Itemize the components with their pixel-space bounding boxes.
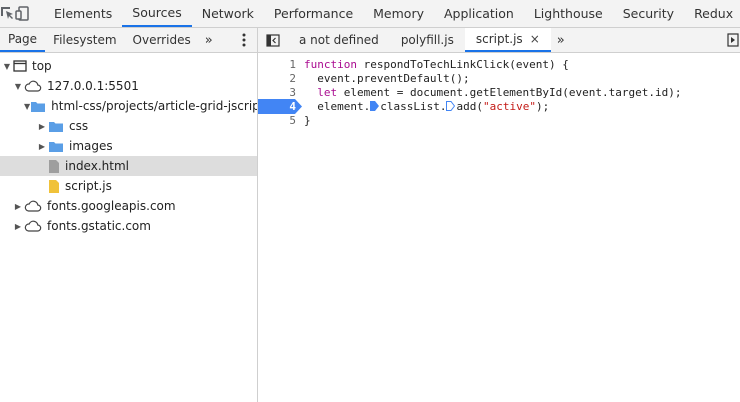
keyword: let <box>304 86 338 99</box>
inline-breakpoint-icon[interactable] <box>370 101 380 111</box>
tree-item-origin[interactable]: ▼ 127.0.0.1:5501 <box>0 76 257 96</box>
line-number[interactable]: 1 <box>258 58 300 72</box>
tab-elements[interactable]: Elements <box>44 0 122 27</box>
string-literal: "active" <box>482 100 536 113</box>
code-text: ); <box>535 100 550 113</box>
inspect-element-icon[interactable] <box>0 0 15 27</box>
cloud-icon <box>24 80 42 92</box>
code-text: respondToTechLinkClick(event) { <box>356 58 569 71</box>
expanded-arrow-icon[interactable]: ▼ <box>12 82 24 91</box>
device-toolbar-icon[interactable] <box>15 0 30 27</box>
editor-tabbar: a not defined polyfill.js script.js × » <box>258 28 740 53</box>
tab-sources[interactable]: Sources <box>122 0 192 27</box>
navigator-tabbar: Page Filesystem Overrides » <box>0 28 257 53</box>
collapsed-arrow-icon[interactable]: ▶ <box>36 142 48 151</box>
tree-item-label: top <box>32 59 52 73</box>
frame-icon <box>13 60 27 72</box>
tree-item-fonts-googleapis[interactable]: ▶ fonts.googleapis.com <box>0 196 257 216</box>
tree-item-label: html-css/projects/article-grid-jscript <box>51 99 265 113</box>
code-text: classList. <box>380 100 447 113</box>
tab-overrides[interactable]: Overrides <box>125 28 199 52</box>
code-line-2: event.preventDefault(); <box>304 72 470 86</box>
tree-item-images[interactable]: ▶ images <box>0 136 257 156</box>
tab-page[interactable]: Page <box>0 28 46 52</box>
line-number[interactable]: 3 <box>258 86 300 100</box>
tab-network[interactable]: Network <box>192 0 264 27</box>
file-icon <box>48 159 60 174</box>
collapsed-arrow-icon[interactable]: ▶ <box>36 122 48 131</box>
code-line-5: } <box>304 114 311 128</box>
editor-tab-polyfill[interactable]: polyfill.js <box>390 28 465 52</box>
tab-filesystem[interactable]: Filesystem <box>45 28 124 52</box>
editor-tab-script[interactable]: script.js × <box>464 28 551 52</box>
tab-redux[interactable]: Redux <box>684 0 740 27</box>
tab-memory[interactable]: Memory <box>363 0 434 27</box>
tree-item-label: fonts.googleapis.com <box>47 199 176 213</box>
run-snippet-icon[interactable] <box>726 28 740 52</box>
cloud-icon <box>24 200 42 212</box>
tree-item-label: fonts.gstatic.com <box>47 219 151 233</box>
folder-icon <box>30 100 46 113</box>
inline-breakpoint-icon[interactable] <box>446 101 456 111</box>
tree-item-label: css <box>69 119 89 133</box>
tab-security[interactable]: Security <box>613 0 684 27</box>
more-options-icon[interactable] <box>231 28 257 52</box>
code-line-1: function respondToTechLinkClick(event) { <box>304 58 569 72</box>
tree-item-top[interactable]: ▼ top <box>0 56 257 76</box>
tab-application[interactable]: Application <box>434 0 524 27</box>
tab-lighthouse[interactable]: Lighthouse <box>524 0 613 27</box>
tree-item-label: index.html <box>65 159 129 173</box>
code-text: element. <box>304 100 371 113</box>
line-number-breakpoint[interactable]: 4 <box>258 100 300 114</box>
folder-icon <box>48 140 64 153</box>
tree-item-fonts-gstatic[interactable]: ▶ fonts.gstatic.com <box>0 216 257 236</box>
keyword: function <box>304 58 357 71</box>
tab-performance[interactable]: Performance <box>264 0 363 27</box>
toggle-navigator-icon[interactable] <box>258 28 288 52</box>
expanded-arrow-icon[interactable]: ▼ <box>1 62 13 71</box>
editor-tab-label: script.js <box>475 32 523 46</box>
collapsed-arrow-icon[interactable]: ▶ <box>12 202 24 211</box>
collapsed-arrow-icon[interactable]: ▶ <box>12 222 24 231</box>
cloud-icon <box>24 220 42 232</box>
tree-item-project-folder[interactable]: ▼ html-css/projects/article-grid-jscript <box>0 96 264 116</box>
tree-item-label: images <box>69 139 113 153</box>
tree-item-css[interactable]: ▶ css <box>0 116 257 136</box>
line-number[interactable]: 2 <box>258 72 300 86</box>
tree-item-label: script.js <box>65 179 112 193</box>
close-icon[interactable]: × <box>530 32 540 46</box>
code-text: element = document.getElementById(event.… <box>337 86 682 99</box>
line-number-gutter[interactable]: 1 2 3 4 5 <box>258 56 300 402</box>
devtools-top-tabbar: Elements Sources Network Performance Mem… <box>0 0 740 28</box>
folder-icon <box>48 120 64 133</box>
tree-item-label: 127.0.0.1:5501 <box>47 79 139 93</box>
code-line-3: let element = document.getElementById(ev… <box>304 86 682 100</box>
code-text: event.preventDefault(); <box>304 72 470 85</box>
code-line-4: element. classList. add("active"); <box>304 100 549 114</box>
editor-tab-a-not-defined[interactable]: a not defined <box>288 28 390 52</box>
code-text: } <box>304 114 311 127</box>
more-editor-tabs-button[interactable]: » <box>551 28 571 52</box>
more-tabs-button[interactable]: » <box>199 28 219 52</box>
tree-item-index-html[interactable]: index.html <box>0 156 257 176</box>
line-number[interactable]: 5 <box>258 114 300 128</box>
script-file-icon <box>48 179 60 194</box>
file-tree: ▼ top ▼ 127.0.0.1:5501 ▼ html-css/projec… <box>0 56 264 402</box>
code-text: add( <box>456 100 483 113</box>
tree-item-script-js[interactable]: script.js <box>0 176 257 196</box>
